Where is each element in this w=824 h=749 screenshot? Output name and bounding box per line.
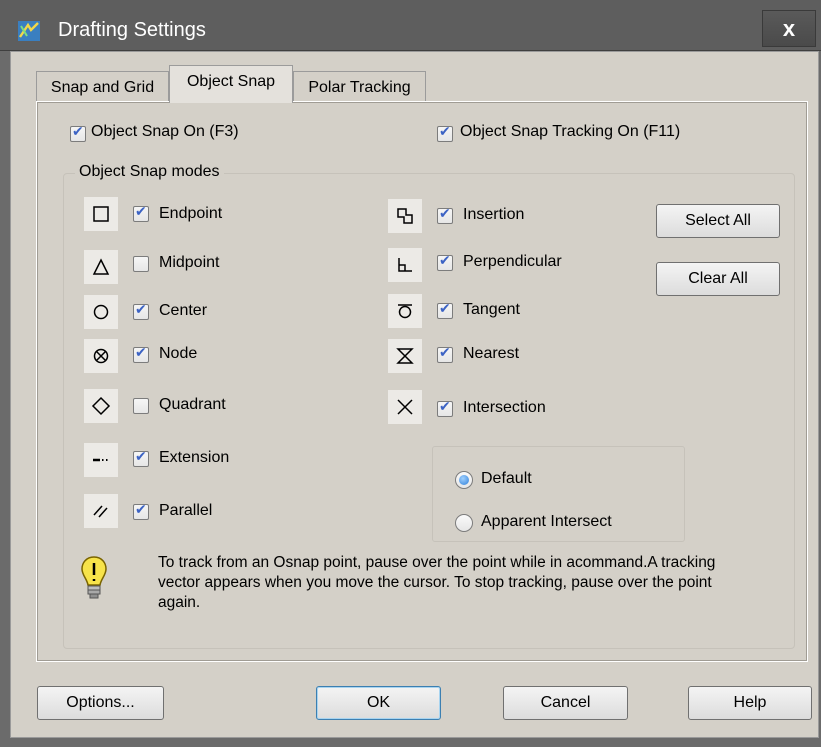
window-title: Drafting Settings xyxy=(58,19,206,41)
default-radio-label[interactable]: Default xyxy=(481,470,532,488)
extension-checkbox[interactable] xyxy=(133,449,149,467)
insertion-icon xyxy=(388,199,422,233)
node-icon xyxy=(84,339,118,373)
node-checkbox[interactable] xyxy=(133,345,149,363)
default-radio[interactable] xyxy=(455,471,473,489)
perpendicular-icon xyxy=(388,248,422,282)
center-label[interactable]: Center xyxy=(159,302,207,320)
nearest-checkbox[interactable] xyxy=(437,345,453,363)
quadrant-label[interactable]: Quadrant xyxy=(159,396,226,414)
object-snap-tracking-checkbox[interactable] xyxy=(437,124,453,142)
parallel-icon xyxy=(84,494,118,528)
parallel-checkbox[interactable] xyxy=(133,502,149,520)
midpoint-checkbox[interactable] xyxy=(133,256,149,272)
nearest-label[interactable]: Nearest xyxy=(463,345,519,363)
center-checkbox[interactable] xyxy=(133,302,149,320)
midpoint-label[interactable]: Midpoint xyxy=(159,254,219,272)
node-label[interactable]: Node xyxy=(159,345,197,363)
object-snap-modes-title: Object Snap modes xyxy=(75,163,224,181)
tab-object-snap[interactable]: Object Snap xyxy=(169,65,293,103)
intersection-checkbox[interactable] xyxy=(437,399,453,417)
ok-button[interactable]: OK xyxy=(316,686,441,720)
object-snap-tracking-label[interactable]: Object Snap Tracking On (F11) xyxy=(460,123,680,141)
perpendicular-checkbox[interactable] xyxy=(437,253,453,271)
quadrant-diamond-icon xyxy=(84,389,118,423)
extension-label[interactable]: Extension xyxy=(159,449,229,467)
object-snap-on-checkbox[interactable] xyxy=(70,124,86,142)
clear-all-button[interactable]: Clear All xyxy=(656,262,780,296)
drafting-settings-app-icon xyxy=(18,21,40,41)
tracking-hint-text: To track from an Osnap point, pause over… xyxy=(158,554,716,611)
perpendicular-label[interactable]: Perpendicular xyxy=(463,253,562,271)
select-all-button[interactable]: Select All xyxy=(656,204,780,238)
title-bar[interactable]: Drafting Settings x xyxy=(0,0,821,51)
object-snap-on-label[interactable]: Object Snap On (F3) xyxy=(91,123,239,141)
lightbulb-icon xyxy=(81,556,107,599)
tab-polar-tracking[interactable]: Polar Tracking xyxy=(293,71,426,101)
center-circle-icon xyxy=(84,295,118,329)
cancel-button[interactable]: Cancel xyxy=(503,686,628,720)
insertion-checkbox[interactable] xyxy=(437,206,453,224)
apparent-intersect-radio-label[interactable]: Apparent Intersect xyxy=(481,513,612,531)
help-button[interactable]: Help xyxy=(688,686,812,720)
window-bottom-border xyxy=(0,738,821,747)
options-button[interactable]: Options... xyxy=(37,686,164,720)
apparent-intersect-radio[interactable] xyxy=(455,514,473,532)
endpoint-label[interactable]: Endpoint xyxy=(159,205,222,223)
intersection-label[interactable]: Intersection xyxy=(463,399,546,417)
endpoint-square-icon xyxy=(84,197,118,231)
extension-icon xyxy=(84,443,118,477)
tangent-checkbox[interactable] xyxy=(437,301,453,319)
nearest-hourglass-icon xyxy=(388,339,422,373)
parallel-label[interactable]: Parallel xyxy=(159,502,212,520)
insertion-label[interactable]: Insertion xyxy=(463,206,524,224)
quadrant-checkbox[interactable] xyxy=(133,398,149,414)
intersection-x-icon xyxy=(388,390,422,424)
tangent-label[interactable]: Tangent xyxy=(463,301,520,319)
close-button[interactable]: x xyxy=(762,10,816,47)
tab-snap-and-grid[interactable]: Snap and Grid xyxy=(36,71,169,101)
midpoint-triangle-icon xyxy=(84,250,118,284)
tangent-icon xyxy=(388,294,422,328)
endpoint-checkbox[interactable] xyxy=(133,204,149,222)
